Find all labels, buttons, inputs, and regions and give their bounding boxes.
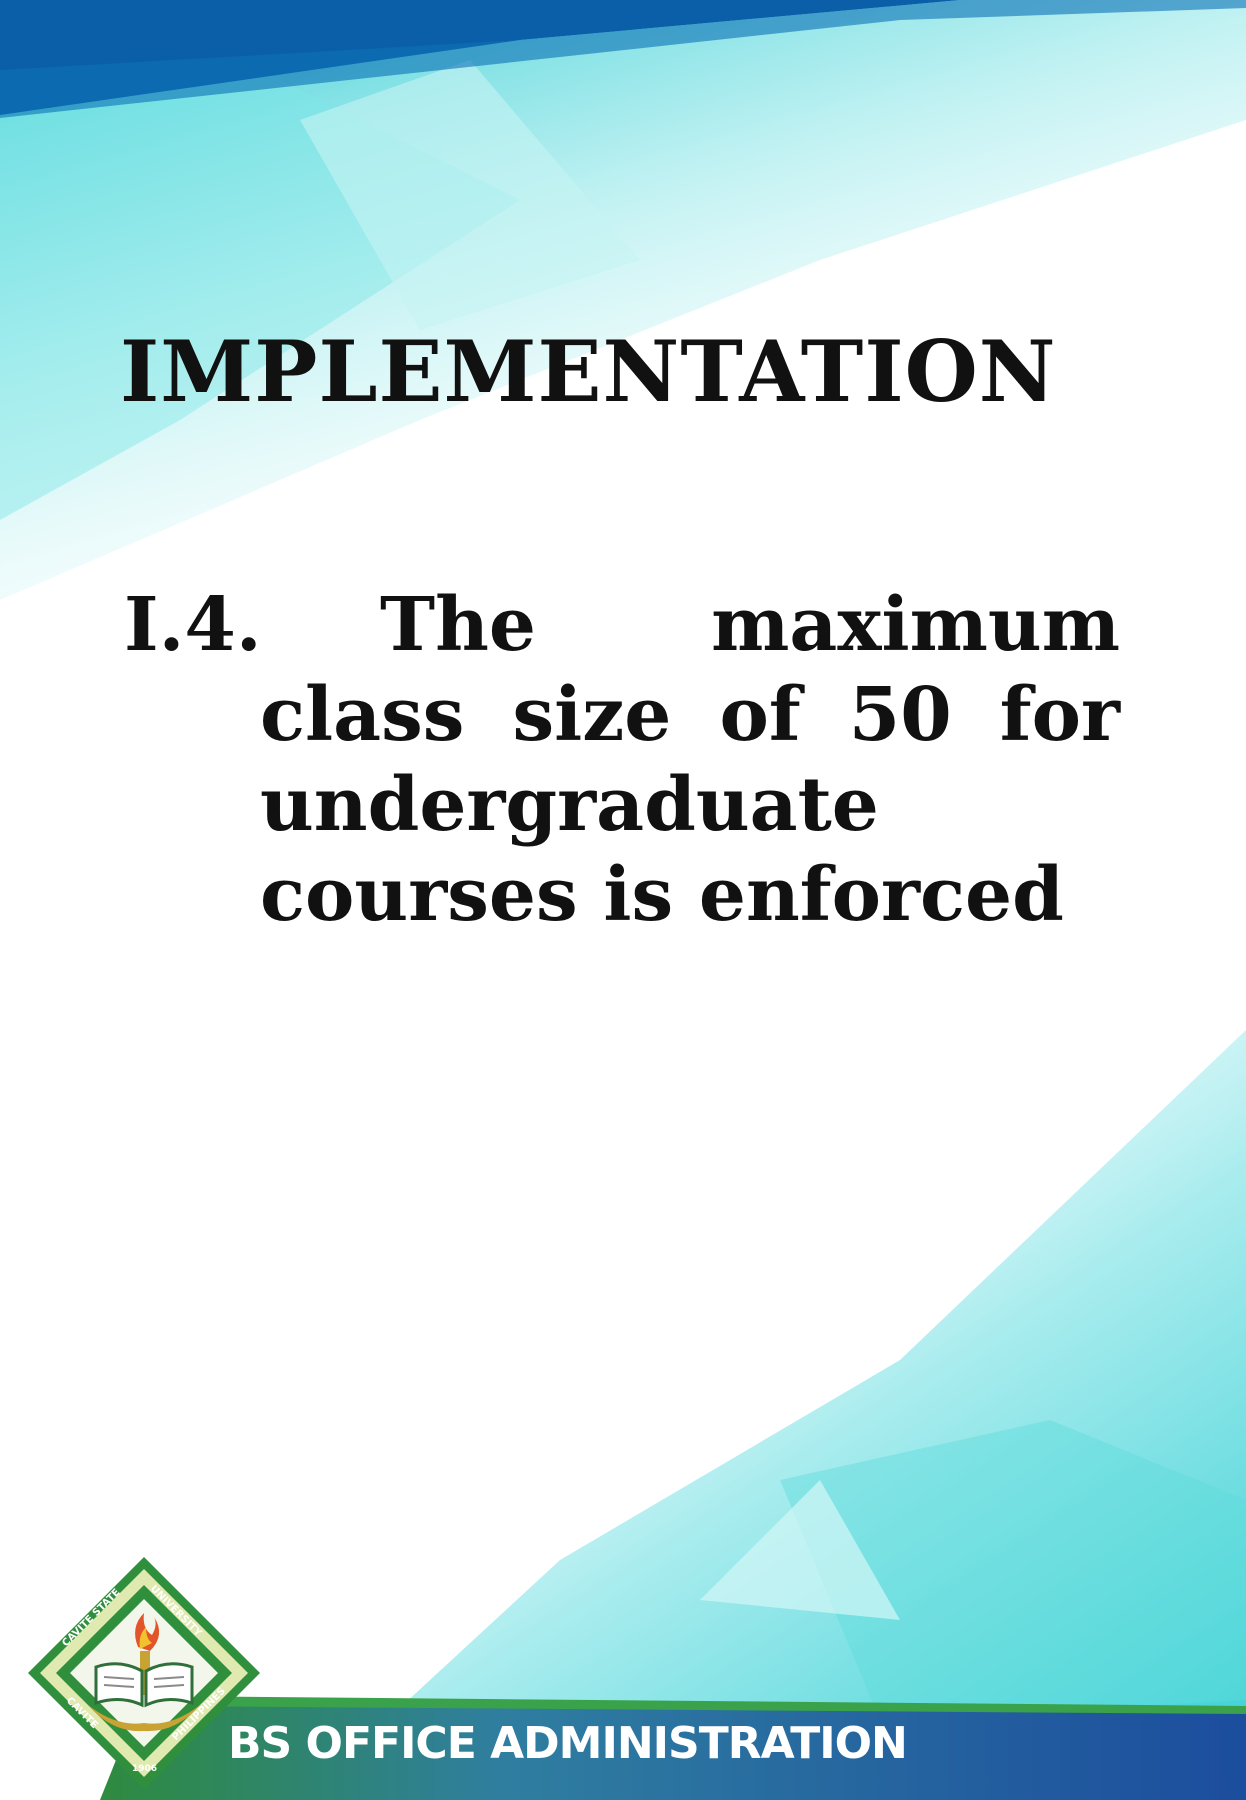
item-word: The: [380, 582, 536, 668]
item-word: for: [999, 672, 1120, 758]
item-line-4: courses is enforced: [260, 852, 1064, 938]
item-word: of: [719, 672, 801, 758]
seal-year: 1906: [132, 1764, 157, 1774]
university-seal-icon: CAVITE STATE UNIVERSITY CAVITE PHILIPPIN…: [28, 1557, 260, 1789]
program-name: BS OFFICE ADMINISTRATION: [228, 1718, 908, 1769]
item-word: 50: [848, 672, 952, 758]
item-line-2: class size of 50 for: [260, 670, 1120, 760]
item-word: maximum: [711, 582, 1120, 668]
item-number: I.4.: [124, 582, 262, 668]
item-word: size: [512, 672, 672, 758]
item-line-1: The maximum: [380, 580, 1120, 670]
item-word: class: [260, 672, 465, 758]
item-line-3: undergraduate: [260, 762, 879, 848]
slide-heading: IMPLEMENTATION: [120, 322, 1057, 421]
